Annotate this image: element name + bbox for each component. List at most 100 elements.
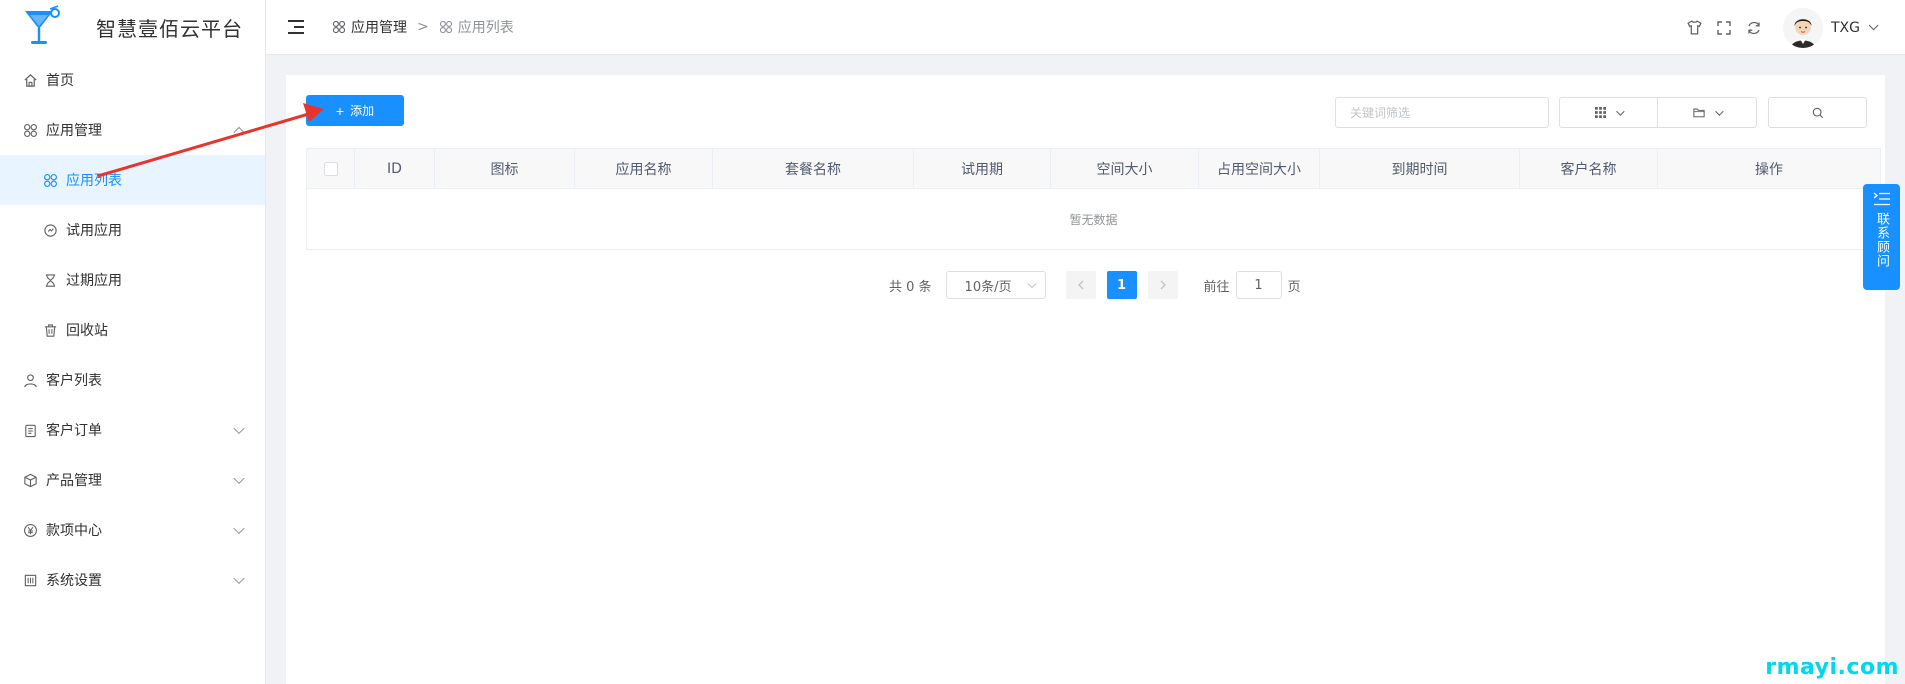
sidebar-item-app-management[interactable]: 应用管理 — [0, 105, 265, 155]
breadcrumb-item-app-list: 应用列表 — [439, 17, 514, 37]
table-header-cell: 应用名称 — [575, 149, 713, 189]
sidebar-item-label: 试用应用 — [66, 223, 122, 239]
sidebar-item-customer-list[interactable]: 客户列表 — [0, 355, 265, 405]
grid-icon — [1595, 107, 1606, 118]
chevron-down-icon — [1715, 106, 1724, 116]
box-icon — [22, 472, 38, 488]
table-header-cell: 占用空间大小 — [1199, 149, 1320, 189]
page-size-select[interactable]: 10条/页 — [945, 271, 1046, 299]
user-name[interactable]: TXG — [1831, 20, 1860, 36]
search-icon — [1812, 107, 1823, 118]
table-header-cell: 套餐名称 — [713, 149, 914, 189]
chevron-down-icon — [233, 422, 245, 435]
apps-icon — [332, 20, 346, 34]
avatar[interactable] — [1783, 7, 1823, 48]
app-table: ID 图标 应用名称 套餐名称 试用期 空间大小 占用空间大小 到期时间 客户名… — [306, 148, 1881, 250]
toolbar — [1335, 97, 1867, 128]
chevron-down-icon[interactable] — [1868, 20, 1879, 31]
export-dropdown[interactable] — [1658, 97, 1757, 128]
sidebar-item-label: 客户订单 — [46, 423, 102, 439]
hourglass-icon — [42, 272, 58, 288]
chevron-down-icon — [233, 522, 245, 535]
table-header: ID 图标 应用名称 套餐名称 试用期 空间大小 占用空间大小 到期时间 客户名… — [307, 149, 1880, 189]
main-content: + 添加 ID 图标 应用名称 套餐名称 试用期 — [286, 75, 1885, 684]
plus-icon: + — [335, 102, 345, 119]
chevron-right-icon — [1160, 280, 1166, 290]
view-options-group — [1559, 97, 1757, 128]
table-header-cell: 操作 — [1755, 162, 1783, 178]
sidebar-item-label: 客户列表 — [46, 373, 102, 389]
table-header-select — [307, 149, 355, 189]
yen-icon — [22, 522, 38, 538]
contact-consultant-button[interactable]: 联系顾问 — [1863, 184, 1900, 290]
sidebar-item-label: 款项中心 — [46, 523, 102, 539]
apps-icon — [439, 20, 452, 34]
sidebar-item-customer-orders[interactable]: 客户订单 — [0, 405, 265, 455]
sidebar-item-label: 回收站 — [66, 323, 108, 339]
folder-icon — [1693, 108, 1705, 118]
breadcrumb: 应用管理 > 应用列表 — [332, 17, 514, 37]
menu-toggle-icon[interactable] — [288, 20, 306, 34]
search-button[interactable] — [1768, 97, 1867, 128]
chevron-down-icon — [1616, 106, 1625, 116]
trial-icon — [42, 222, 58, 238]
sidebar-item-trial-apps[interactable]: 试用应用 — [0, 205, 265, 255]
sidebar-item-product-management[interactable]: 产品管理 — [0, 455, 265, 505]
table-empty-text: 暂无数据 — [1069, 212, 1118, 227]
sidebar-item-label: 产品管理 — [46, 473, 102, 489]
top-header: 应用管理 > 应用列表 TXG — [266, 0, 1905, 55]
chevron-up-icon — [233, 126, 245, 139]
apps-icon — [42, 172, 58, 188]
table-header-cell: ID — [355, 149, 435, 189]
list-icon — [1873, 192, 1890, 206]
breadcrumb-separator: > — [417, 19, 429, 35]
page-number-current[interactable]: 1 — [1106, 271, 1137, 299]
chevron-down-icon — [233, 472, 245, 485]
fullscreen-icon[interactable] — [1715, 19, 1733, 37]
table-header-cell: 空间大小 — [1051, 149, 1199, 189]
add-button[interactable]: + 添加 — [306, 95, 404, 126]
sidebar-item-home[interactable]: 首页 — [0, 55, 265, 105]
keyword-filter-input[interactable] — [1335, 97, 1549, 128]
sidebar-item-label: 首页 — [46, 73, 74, 89]
trash-icon — [42, 322, 58, 338]
settings-icon — [22, 572, 38, 588]
table-header-cell: 客户名称 — [1520, 149, 1658, 189]
pagination: 共 0 条 10条/页 1 前往 页 — [889, 271, 1301, 299]
select-all-checkbox[interactable] — [323, 162, 338, 176]
prev-page-button[interactable] — [1065, 271, 1096, 299]
header-actions: TXG — [1673, 0, 1879, 55]
table-header-cell: 图标 — [435, 149, 575, 189]
pagination-total: 共 0 条 — [889, 279, 932, 295]
column-display-dropdown[interactable] — [1559, 97, 1658, 128]
table-header-cell: 试用期 — [914, 149, 1051, 189]
sidebar-item-label: 过期应用 — [66, 273, 122, 289]
sidebar-item-payment-center[interactable]: 款项中心 — [0, 505, 265, 555]
sidebar-item-expired-apps[interactable]: 过期应用 — [0, 255, 265, 305]
chevron-down-icon — [233, 572, 245, 585]
next-page-button[interactable] — [1147, 271, 1178, 299]
sidebar-item-label: 系统设置 — [46, 573, 102, 589]
watermark: rmayi.com — [1765, 655, 1899, 680]
app-title: 智慧壹佰云平台 — [96, 16, 243, 41]
apps-icon — [22, 122, 38, 138]
chevron-down-icon — [1027, 279, 1036, 289]
sidebar-item-app-list[interactable]: 应用列表 — [0, 155, 265, 205]
clipboard-icon — [22, 422, 38, 438]
contact-consultant-label: 联系顾问 — [1874, 212, 1889, 268]
breadcrumb-item-app-management[interactable]: 应用管理 — [332, 17, 407, 37]
user-icon — [22, 372, 38, 388]
refresh-icon[interactable] — [1745, 19, 1763, 37]
sidebar-item-label: 应用管理 — [46, 123, 102, 139]
page-suffix-label: 页 — [1287, 279, 1301, 295]
goto-page-input[interactable] — [1235, 271, 1282, 299]
chevron-left-icon — [1077, 280, 1084, 290]
sidebar-item-recycle-bin[interactable]: 回收站 — [0, 305, 265, 355]
logo[interactable]: 智慧壹佰云平台 — [0, 0, 265, 54]
sidebar-menu: 首页 应用管理 应用列表 试用应用 过期应用 回收站 客户列表 客户订单 产品管… — [0, 55, 265, 605]
sidebar: 智慧壹佰云平台 首页 应用管理 应用列表 试用应用 过期应用 回收站 客户列表 … — [0, 0, 266, 684]
cocktail-logo-icon — [22, 5, 62, 49]
sidebar-item-system-settings[interactable]: 系统设置 — [0, 555, 265, 605]
tshirt-icon[interactable] — [1685, 19, 1703, 37]
goto-label: 前往 — [1203, 279, 1230, 295]
